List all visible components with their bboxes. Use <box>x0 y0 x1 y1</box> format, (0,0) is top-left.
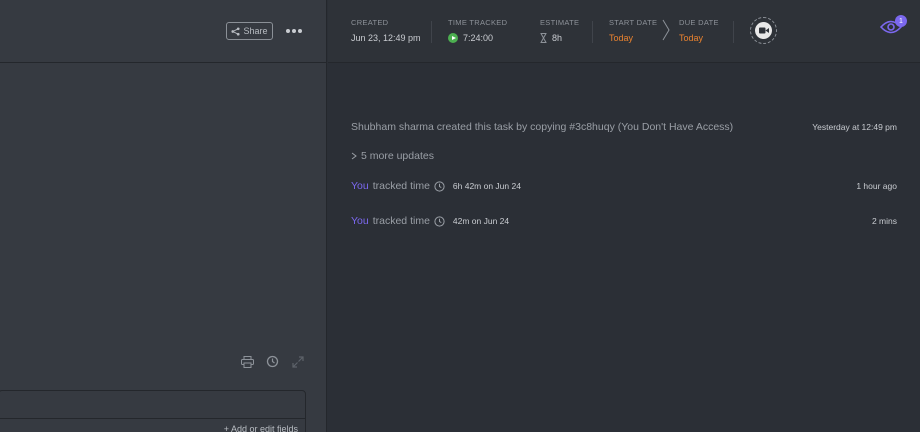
watchers-count-badge: 1 <box>895 15 907 27</box>
start-date-label: START DATE <box>609 18 658 27</box>
print-icon[interactable] <box>240 354 255 369</box>
hourglass-icon <box>540 33 547 43</box>
task-detail-pane: Share + Add or edit fields <box>0 0 327 432</box>
record-video-button[interactable] <box>750 17 777 44</box>
start-date-value: Today <box>609 33 634 43</box>
estimate-meta[interactable]: ESTIMATE 8h <box>540 18 579 43</box>
meta-divider <box>431 21 432 43</box>
activity-detail: 6h 42m on Jun 24 <box>452 181 521 191</box>
due-date-meta[interactable]: DUE DATE Today <box>679 18 719 43</box>
activity-created-row: Shubham sharma created this task by copy… <box>351 121 897 133</box>
created-value: Jun 23, 12:49 pm <box>351 33 421 43</box>
meta-divider <box>592 21 593 43</box>
expand-icon[interactable] <box>290 354 305 369</box>
chevron-right-icon <box>662 19 670 41</box>
task-meta-header: CREATED Jun 23, 12:49 pm TIME TRACKED 7:… <box>328 0 920 63</box>
add-edit-fields-link[interactable]: + Add or edit fields <box>224 424 298 432</box>
more-updates-label: 5 more updates <box>361 150 434 162</box>
more-options-button[interactable] <box>284 22 304 40</box>
estimate-label: ESTIMATE <box>540 18 580 27</box>
estimate-value: 8h <box>552 33 563 43</box>
time-tracked-value: 7:24:00 <box>463 33 494 43</box>
clock-icon <box>434 180 445 192</box>
description-tools <box>240 354 305 369</box>
fields-divider <box>0 418 305 419</box>
activity-feed: Shubham sharma created this task by copy… <box>328 64 920 432</box>
meta-divider <box>733 21 734 43</box>
task-toolbar: Share <box>0 0 326 63</box>
video-camera-icon <box>758 27 769 34</box>
task-view: Share + Add or edit fields CREATED Jun 2… <box>0 0 920 432</box>
time-tracked-label: TIME TRACKED <box>448 18 508 27</box>
activity-entry: You tracked time 6h 42m on Jun 24 1 hour… <box>351 180 897 192</box>
activity-entry: You tracked time 42m on Jun 24 2 mins <box>351 215 897 227</box>
activity-detail: 42m on Jun 24 <box>452 216 510 226</box>
share-icon <box>231 26 241 36</box>
activity-created-time: Yesterday at 12:49 pm <box>812 122 897 132</box>
share-button[interactable]: Share <box>226 22 273 40</box>
start-date-meta[interactable]: START DATE Today <box>609 18 657 43</box>
created-meta: CREATED Jun 23, 12:49 pm <box>351 18 421 43</box>
custom-fields-box: + Add or edit fields <box>0 390 306 432</box>
due-date-label: DUE DATE <box>679 18 719 27</box>
activity-user[interactable]: You <box>351 215 369 227</box>
activity-action: tracked time <box>372 180 430 192</box>
created-label: CREATED <box>351 18 389 27</box>
activity-time: 2 mins <box>871 216 897 226</box>
clock-icon <box>434 215 445 227</box>
due-date-value: Today <box>679 33 704 43</box>
activity-created-text: Shubham sharma created this task by copy… <box>351 121 734 133</box>
time-tracked-meta[interactable]: TIME TRACKED 7:24:00 <box>448 18 507 43</box>
activity-user[interactable]: You <box>351 180 369 192</box>
ellipsis-icon <box>286 29 302 33</box>
activity-action: tracked time <box>372 215 430 227</box>
activity-time: 1 hour ago <box>856 181 897 191</box>
share-label: Share <box>243 26 268 36</box>
play-icon[interactable] <box>448 33 458 43</box>
history-icon[interactable] <box>265 354 280 369</box>
more-updates-toggle[interactable]: 5 more updates <box>351 150 897 162</box>
chevron-right-icon <box>351 152 357 160</box>
